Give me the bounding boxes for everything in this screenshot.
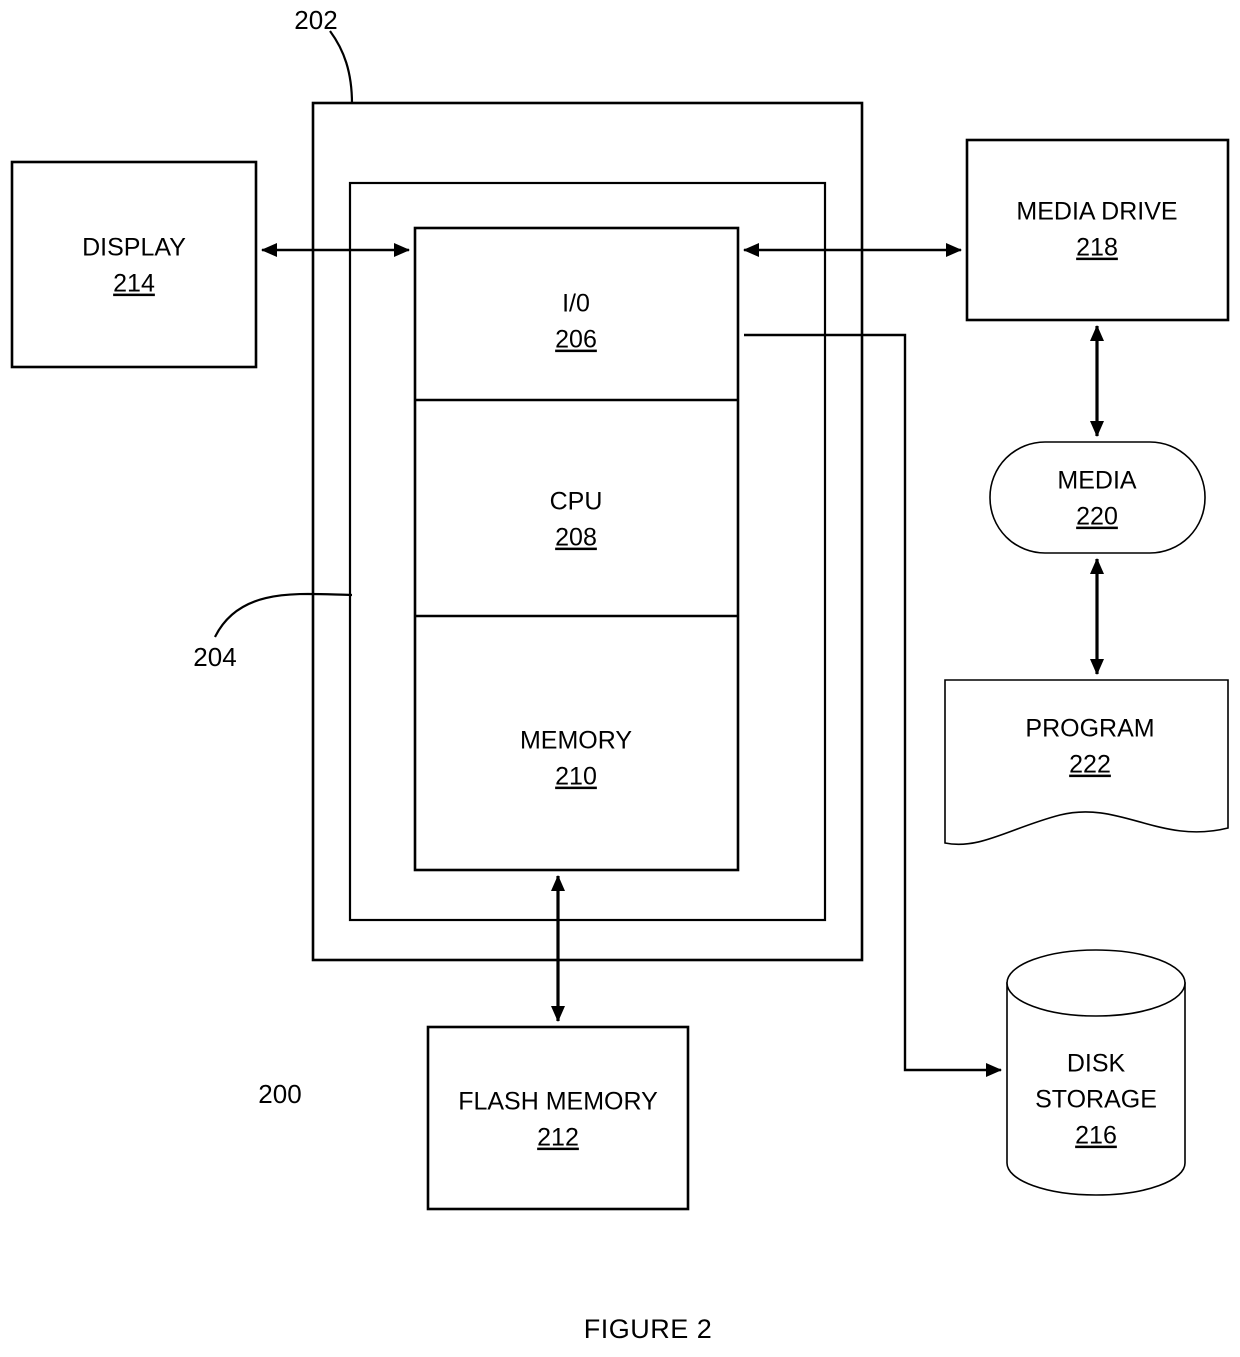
memory-ref: 210 xyxy=(555,763,597,791)
program-ref: 222 xyxy=(1069,751,1111,779)
display-ref: 214 xyxy=(113,270,155,298)
media-drive-ref: 218 xyxy=(1076,234,1118,262)
memory-label: MEMORY xyxy=(520,727,632,755)
program-label: PROGRAM xyxy=(1025,715,1154,743)
figure-canvas: I/0 206 CPU 208 MEMORY 210 DISPLAY 214 M… xyxy=(0,0,1240,1357)
cpu-label: CPU xyxy=(550,488,603,516)
media-drive-label: MEDIA DRIVE xyxy=(1016,198,1177,226)
flash-memory-label: FLASH MEMORY xyxy=(458,1088,658,1116)
display-label: DISPLAY xyxy=(82,234,186,262)
cpu-ref: 208 xyxy=(555,524,597,552)
flash-memory-ref: 212 xyxy=(537,1124,579,1152)
display-block-214 xyxy=(10,160,258,369)
figure-caption: FIGURE 2 xyxy=(584,1314,713,1344)
flash-memory-block-212 xyxy=(426,1025,690,1211)
block-diagram: I/0 206 CPU 208 MEMORY 210 DISPLAY 214 M… xyxy=(10,5,1230,1344)
ref-label-204: 204 xyxy=(193,642,236,672)
io-label: I/0 xyxy=(562,290,590,318)
disk-storage-label-line1: DISK xyxy=(1067,1050,1126,1078)
media-drive-block-218 xyxy=(965,138,1230,322)
media-block-220 xyxy=(989,441,1206,554)
media-label: MEDIA xyxy=(1057,467,1137,495)
media-ref: 220 xyxy=(1076,503,1118,531)
disk-storage-ref: 216 xyxy=(1075,1122,1117,1150)
disk-storage-label-line2: STORAGE xyxy=(1035,1086,1157,1114)
ref-label-202: 202 xyxy=(294,5,337,35)
ref-label-200: 200 xyxy=(258,1079,301,1109)
leader-line-202 xyxy=(329,30,354,105)
io-ref: 206 xyxy=(555,326,597,354)
